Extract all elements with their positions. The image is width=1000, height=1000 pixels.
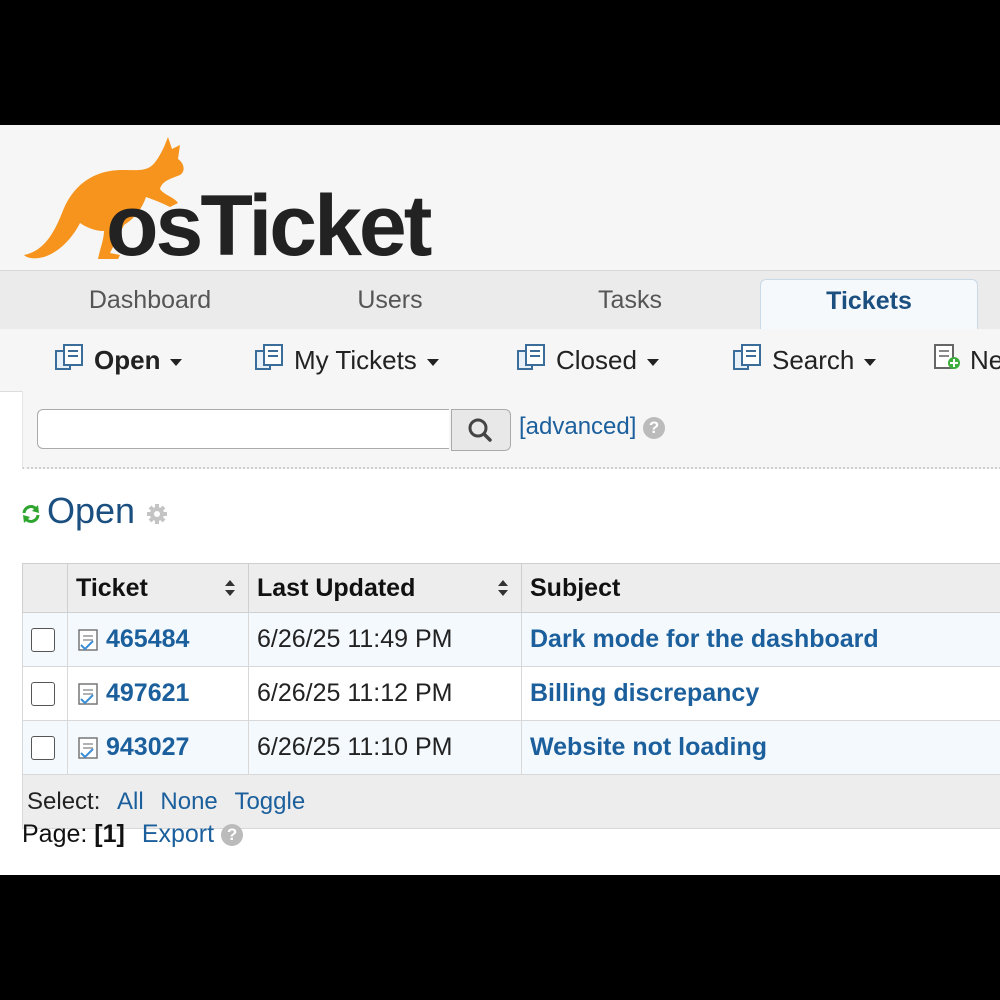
- ticket-icon: [78, 683, 98, 706]
- ticket-cell: 497621: [67, 666, 249, 721]
- current-page: [1]: [94, 820, 125, 848]
- ticket-subject[interactable]: Website not loading: [530, 733, 767, 761]
- ticket-number[interactable]: 465484: [106, 625, 189, 653]
- subnav-new-ticket[interactable]: Ne: [932, 329, 1000, 391]
- ticket-icon: [78, 737, 98, 760]
- tickets-icon: [254, 331, 286, 393]
- subnav-my-tickets[interactable]: My Tickets: [254, 329, 439, 391]
- refresh-icon[interactable]: [20, 503, 42, 525]
- tab-dashboard[interactable]: Dashboard: [30, 271, 270, 329]
- select-toggle-link[interactable]: Toggle: [234, 788, 305, 815]
- column-header-label: Ticket: [76, 573, 148, 602]
- ticket-icon: [78, 629, 98, 652]
- chevron-down-icon: [426, 358, 439, 366]
- column-header-last-updated[interactable]: Last Updated: [248, 563, 522, 613]
- logo-text: osTicket: [106, 178, 432, 274]
- help-icon[interactable]: ?: [643, 416, 666, 439]
- tab-users[interactable]: Users: [270, 271, 510, 329]
- select-all-link[interactable]: All: [117, 788, 144, 815]
- page-label: Page:: [22, 820, 88, 848]
- search-input[interactable]: [37, 409, 449, 449]
- select-column-header: [22, 563, 68, 613]
- subnav-search-label: Search: [772, 345, 855, 375]
- main-tabs: Dashboard Users Tasks Tickets: [0, 270, 1000, 331]
- table-row: 465484 6/26/25 11:49 PM Dark mode for th…: [22, 612, 1000, 667]
- subnav-open[interactable]: Open: [54, 329, 183, 393]
- row-checkbox[interactable]: [31, 682, 55, 707]
- ticket-number[interactable]: 497621: [106, 679, 189, 707]
- ticket-number[interactable]: 943027: [106, 733, 189, 761]
- last-updated-cell: 6/26/25 11:12 PM: [248, 666, 522, 721]
- subnav-my-tickets-label: My Tickets: [294, 345, 417, 375]
- subnav-new-ticket-label: Ne: [970, 345, 1000, 375]
- ticket-subject[interactable]: Billing discrepancy: [530, 679, 759, 707]
- row-checkbox-cell: [22, 612, 68, 667]
- advanced-search-link[interactable]: [advanced]: [519, 413, 636, 440]
- subject-cell: Billing discrepancy: [521, 666, 1000, 721]
- sub-navigation: Open My Tickets Closed Search Ne: [0, 329, 1000, 392]
- header: osTicket: [0, 125, 1000, 270]
- column-header-label: Last Updated: [257, 573, 416, 602]
- row-checkbox[interactable]: [31, 736, 55, 761]
- search-icon: [468, 418, 492, 442]
- table-row: 943027 6/26/25 11:10 PM Website not load…: [22, 720, 1000, 775]
- tickets-icon: [54, 331, 86, 393]
- subnav-search[interactable]: Search: [732, 329, 877, 393]
- tickets-table: Ticket Last Updated Subject 465484 6/26/…: [22, 563, 1000, 829]
- tickets-icon: [732, 331, 764, 393]
- table-row: 497621 6/26/25 11:12 PM Billing discrepa…: [22, 666, 1000, 721]
- column-header-label: Subject: [530, 573, 621, 602]
- chevron-down-icon: [646, 358, 659, 366]
- ticket-cell: 943027: [67, 720, 249, 775]
- subnav-closed[interactable]: Closed: [516, 329, 659, 391]
- gear-icon[interactable]: [145, 502, 169, 526]
- last-updated-cell: 6/26/25 11:49 PM: [248, 612, 522, 667]
- tickets-icon: [516, 331, 548, 393]
- subject-cell: Dark mode for the dashboard: [521, 612, 1000, 667]
- column-header-ticket[interactable]: Ticket: [67, 563, 249, 613]
- row-checkbox-cell: [22, 666, 68, 721]
- sort-icon: [225, 580, 235, 596]
- search-bar: [advanced] ?: [22, 391, 1000, 469]
- sort-icon: [498, 580, 508, 596]
- help-icon[interactable]: ?: [221, 824, 244, 847]
- subject-cell: Website not loading: [521, 720, 1000, 775]
- search-button[interactable]: [451, 409, 511, 451]
- select-none-link[interactable]: None: [160, 788, 217, 815]
- tab-tickets[interactable]: Tickets: [760, 279, 978, 331]
- column-header-subject[interactable]: Subject: [521, 563, 1000, 613]
- subnav-open-label: Open: [94, 345, 161, 375]
- advanced-search: [advanced] ?: [519, 413, 666, 441]
- row-checkbox[interactable]: [31, 628, 55, 653]
- ticket-subject[interactable]: Dark mode for the dashboard: [530, 625, 879, 653]
- export-link[interactable]: Export: [142, 820, 214, 848]
- subnav-closed-label: Closed: [556, 345, 637, 375]
- new-ticket-icon: [932, 331, 962, 393]
- page-title[interactable]: Open: [47, 490, 135, 532]
- logo[interactable]: osTicket: [14, 133, 432, 269]
- ticket-cell: 465484: [67, 612, 249, 667]
- chevron-down-icon: [170, 358, 183, 366]
- pagination: Page: [1] Export ?: [22, 820, 244, 849]
- last-updated-cell: 6/26/25 11:10 PM: [248, 720, 522, 775]
- chevron-down-icon: [864, 358, 877, 366]
- row-checkbox-cell: [22, 720, 68, 775]
- select-label: Select:: [27, 787, 101, 815]
- tab-tasks[interactable]: Tasks: [510, 271, 750, 329]
- app-window: osTicket Dashboard Users Tasks Tickets O…: [0, 125, 1000, 875]
